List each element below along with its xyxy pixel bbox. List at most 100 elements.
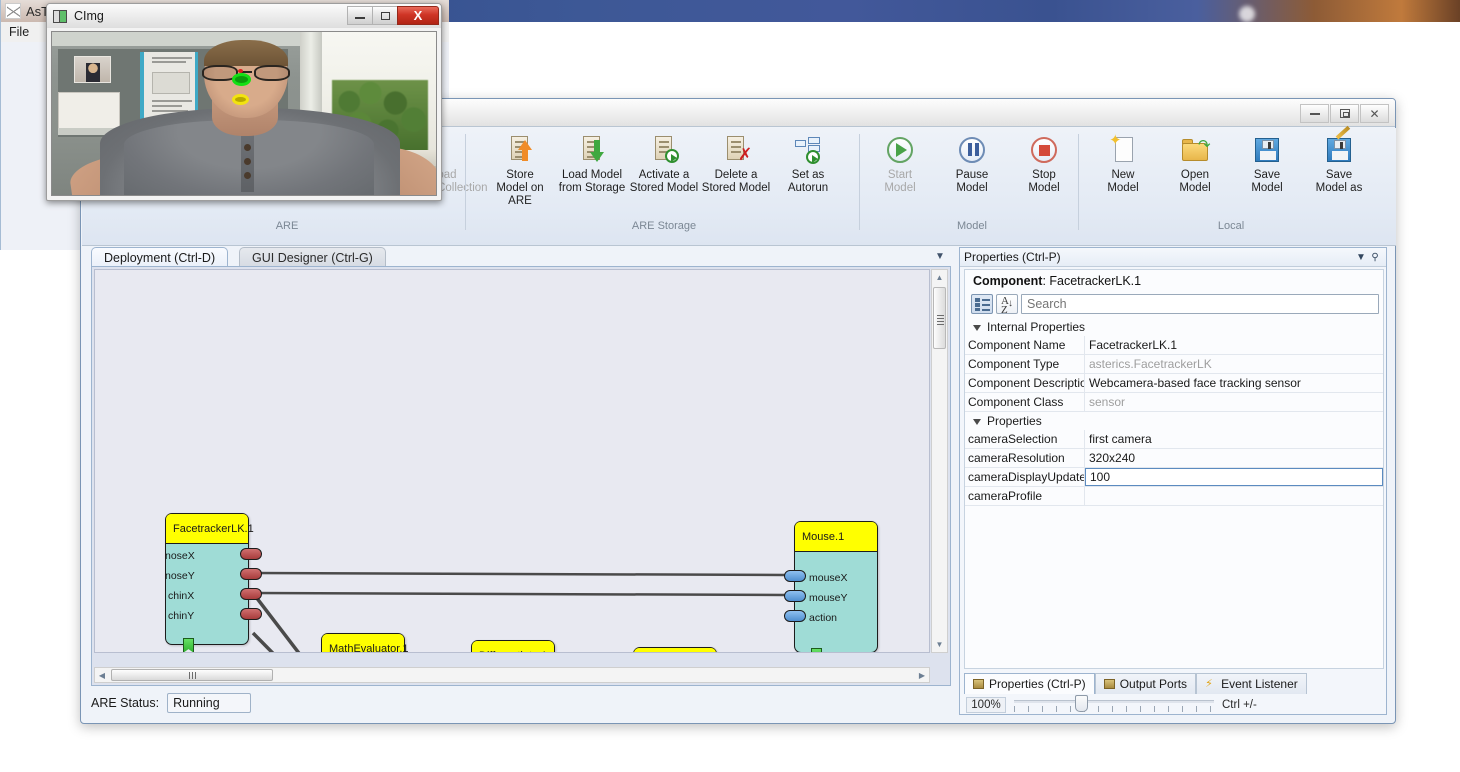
- ribbon-store-model-on-are[interactable]: Store Model on ARE: [484, 130, 556, 208]
- categorize-icon[interactable]: [971, 294, 993, 314]
- deployment-canvas[interactable]: FacetrackerLK.1 noseX noseY chinX chinY …: [94, 269, 930, 653]
- ribbon-start-model[interactable]: Start Model: [864, 130, 936, 195]
- main-close-button[interactable]: ✕: [1360, 104, 1389, 123]
- horizontal-scroll-thumb[interactable]: [111, 669, 273, 681]
- store-model-icon: [504, 134, 536, 166]
- tracking-marker-chin: [232, 94, 249, 105]
- scroll-down-icon[interactable]: ▼: [932, 637, 947, 652]
- component-threshold-title: Threshold.1: [634, 648, 716, 652]
- prop-row-camera-profile[interactable]: cameraProfile: [965, 487, 1383, 506]
- component-mouse-title: Mouse.1: [795, 522, 877, 552]
- input-port-mousex[interactable]: [784, 570, 806, 582]
- ribbon-new-model[interactable]: ✦ New Model: [1087, 130, 1159, 195]
- tab-output-ports[interactable]: Output Ports: [1094, 673, 1197, 694]
- prop-row-component-class[interactable]: Component Class sensor: [965, 393, 1383, 412]
- prop-value-camera-resolution[interactable]: 320x240: [1085, 449, 1383, 467]
- component-mathevaluator[interactable]: MathEvaluator.1 inA inB inC inD out: [321, 633, 409, 652]
- component-mouse[interactable]: Mouse.1 mouseX mouseY action: [784, 521, 878, 652]
- tab-event-listener-label: Event Listener: [1221, 677, 1298, 691]
- component-name-value: FacetrackerLK.1: [1049, 274, 1142, 288]
- ribbon-autorun-label: Set as Autorun: [787, 169, 829, 194]
- output-port-nosey[interactable]: [240, 568, 262, 580]
- prop-value-camera-profile[interactable]: [1085, 487, 1383, 505]
- section-properties[interactable]: Properties: [965, 412, 1383, 430]
- webcam-shirt-button: [244, 144, 251, 151]
- cimg-close-button[interactable]: X: [397, 6, 439, 25]
- ribbon-stop-model-label: Stop Model: [1028, 169, 1060, 194]
- sort-alphabetical-icon[interactable]: AZ ↓: [996, 294, 1018, 316]
- event-listener-port-mouse[interactable]: [811, 648, 822, 652]
- zoom-slider[interactable]: [1014, 695, 1214, 714]
- menu-file[interactable]: File: [9, 25, 29, 39]
- main-maximize-button[interactable]: [1330, 104, 1359, 123]
- tab-properties[interactable]: Properties (Ctrl-P): [964, 673, 1095, 694]
- input-port-mousey[interactable]: [784, 590, 806, 602]
- component-threshold[interactable]: Threshold.1 in out: [633, 647, 717, 652]
- output-port-chinx[interactable]: [240, 588, 262, 600]
- prop-value-component-description[interactable]: Webcamera-based face tracking sensor: [1085, 374, 1383, 392]
- cimg-titlebar[interactable]: CImg X: [47, 4, 441, 28]
- properties-search-input[interactable]: [1021, 294, 1379, 314]
- zoom-slider-knob[interactable]: [1075, 695, 1088, 712]
- tab-event-listener[interactable]: ⚡ Event Listener: [1196, 673, 1307, 694]
- component-facetrackerlk-title: FacetrackerLK.1: [166, 514, 254, 544]
- prop-key-component-name: Component Name: [965, 336, 1085, 354]
- prop-row-camera-selection[interactable]: cameraSelection first camera: [965, 430, 1383, 449]
- output-port-chiny[interactable]: [240, 608, 262, 620]
- cimg-maximize-button[interactable]: [372, 6, 398, 25]
- tab-overflow-menu-icon[interactable]: ▼: [932, 247, 948, 265]
- prop-key-component-type: Component Type: [965, 355, 1085, 373]
- ribbon-stop-model[interactable]: Stop Model: [1008, 130, 1080, 195]
- vertical-scroll-thumb[interactable]: [933, 287, 946, 349]
- webcam-photo-frame: [74, 56, 111, 83]
- scroll-right-icon[interactable]: ▶: [915, 668, 929, 682]
- main-minimize-button[interactable]: [1300, 104, 1329, 123]
- cimg-minimize-button[interactable]: [347, 6, 373, 25]
- prop-row-camera-resolution[interactable]: cameraResolution 320x240: [965, 449, 1383, 468]
- tab-output-ports-label: Output Ports: [1119, 677, 1188, 691]
- tab-deployment[interactable]: Deployment (Ctrl-D): [91, 247, 229, 267]
- cimg-window-title: CImg: [74, 9, 104, 23]
- event-listener-port-facetracker[interactable]: [183, 638, 194, 652]
- cimg-webcam-window[interactable]: CImg X: [46, 3, 442, 201]
- pin-icon[interactable]: ⚲: [1368, 252, 1382, 263]
- ribbon-activate-stored-model[interactable]: Activate a Stored Model: [628, 130, 700, 195]
- prop-row-component-description[interactable]: Component Descriptio Webcamera-based fac…: [965, 374, 1383, 393]
- pause-icon: [956, 134, 988, 166]
- prop-value-component-class[interactable]: sensor: [1085, 393, 1383, 411]
- input-port-action[interactable]: [784, 610, 806, 622]
- component-mathevaluator-title: MathEvaluator.1: [322, 634, 409, 652]
- port-label-chinx: chinX: [168, 590, 195, 602]
- ribbon-open-model-label: Open Model: [1179, 169, 1211, 194]
- ribbon-group-are-storage-label: ARE Storage: [631, 220, 697, 232]
- document-tab-bar: Deployment (Ctrl-D) GUI Designer (Ctrl-G…: [91, 247, 951, 267]
- prop-row-camera-display-update[interactable]: cameraDisplayUpdate 100: [965, 468, 1383, 487]
- ribbon-pause-model[interactable]: Pause Model: [936, 130, 1008, 195]
- section-internal-properties[interactable]: Internal Properties: [965, 318, 1383, 336]
- canvas-vertical-scrollbar[interactable]: ▲ ▼: [931, 269, 948, 653]
- new-document-icon: ✦: [1107, 133, 1139, 166]
- component-differentiate[interactable]: Differentiate.1 in out: [471, 640, 555, 652]
- ribbon-save-model[interactable]: Save Model: [1231, 130, 1303, 195]
- ribbon-save-model-as[interactable]: Save Model as: [1303, 125, 1375, 195]
- scroll-up-icon[interactable]: ▲: [932, 270, 947, 285]
- prop-row-component-type[interactable]: Component Type asterics.FacetrackerLK: [965, 355, 1383, 374]
- component-facetrackerlk[interactable]: FacetrackerLK.1 noseX noseY chinX chinY: [165, 513, 262, 652]
- scroll-left-icon[interactable]: ◀: [95, 668, 109, 682]
- webcam-video-view: [51, 31, 437, 196]
- ribbon-open-model[interactable]: ↷ Open Model: [1159, 130, 1231, 195]
- canvas-horizontal-scrollbar[interactable]: ◀ ▶: [94, 667, 930, 683]
- prop-value-camera-selection[interactable]: first camera: [1085, 430, 1383, 448]
- prop-value-component-name[interactable]: FacetrackerLK.1: [1085, 336, 1383, 354]
- prop-row-component-name[interactable]: Component Name FacetrackerLK.1: [965, 336, 1383, 355]
- port-label-action: action: [809, 612, 838, 624]
- ribbon-new-model-label: New Model: [1107, 169, 1139, 194]
- prop-value-camera-display-update[interactable]: 100: [1085, 468, 1383, 486]
- chevron-down-icon[interactable]: ▼: [1354, 252, 1368, 263]
- tab-gui-designer[interactable]: GUI Designer (Ctrl-G): [239, 247, 386, 267]
- ribbon-group-model: Start Model Pause Model Stop Model Model: [868, 130, 1076, 242]
- output-port-nosex[interactable]: [240, 548, 262, 560]
- ribbon-delete-stored-model[interactable]: ✗ Delete a Stored Model: [700, 130, 772, 195]
- ribbon-load-model-from-storage[interactable]: Load Model from Storage: [556, 130, 628, 195]
- ribbon-set-as-autorun[interactable]: Set as Autorun: [772, 130, 844, 195]
